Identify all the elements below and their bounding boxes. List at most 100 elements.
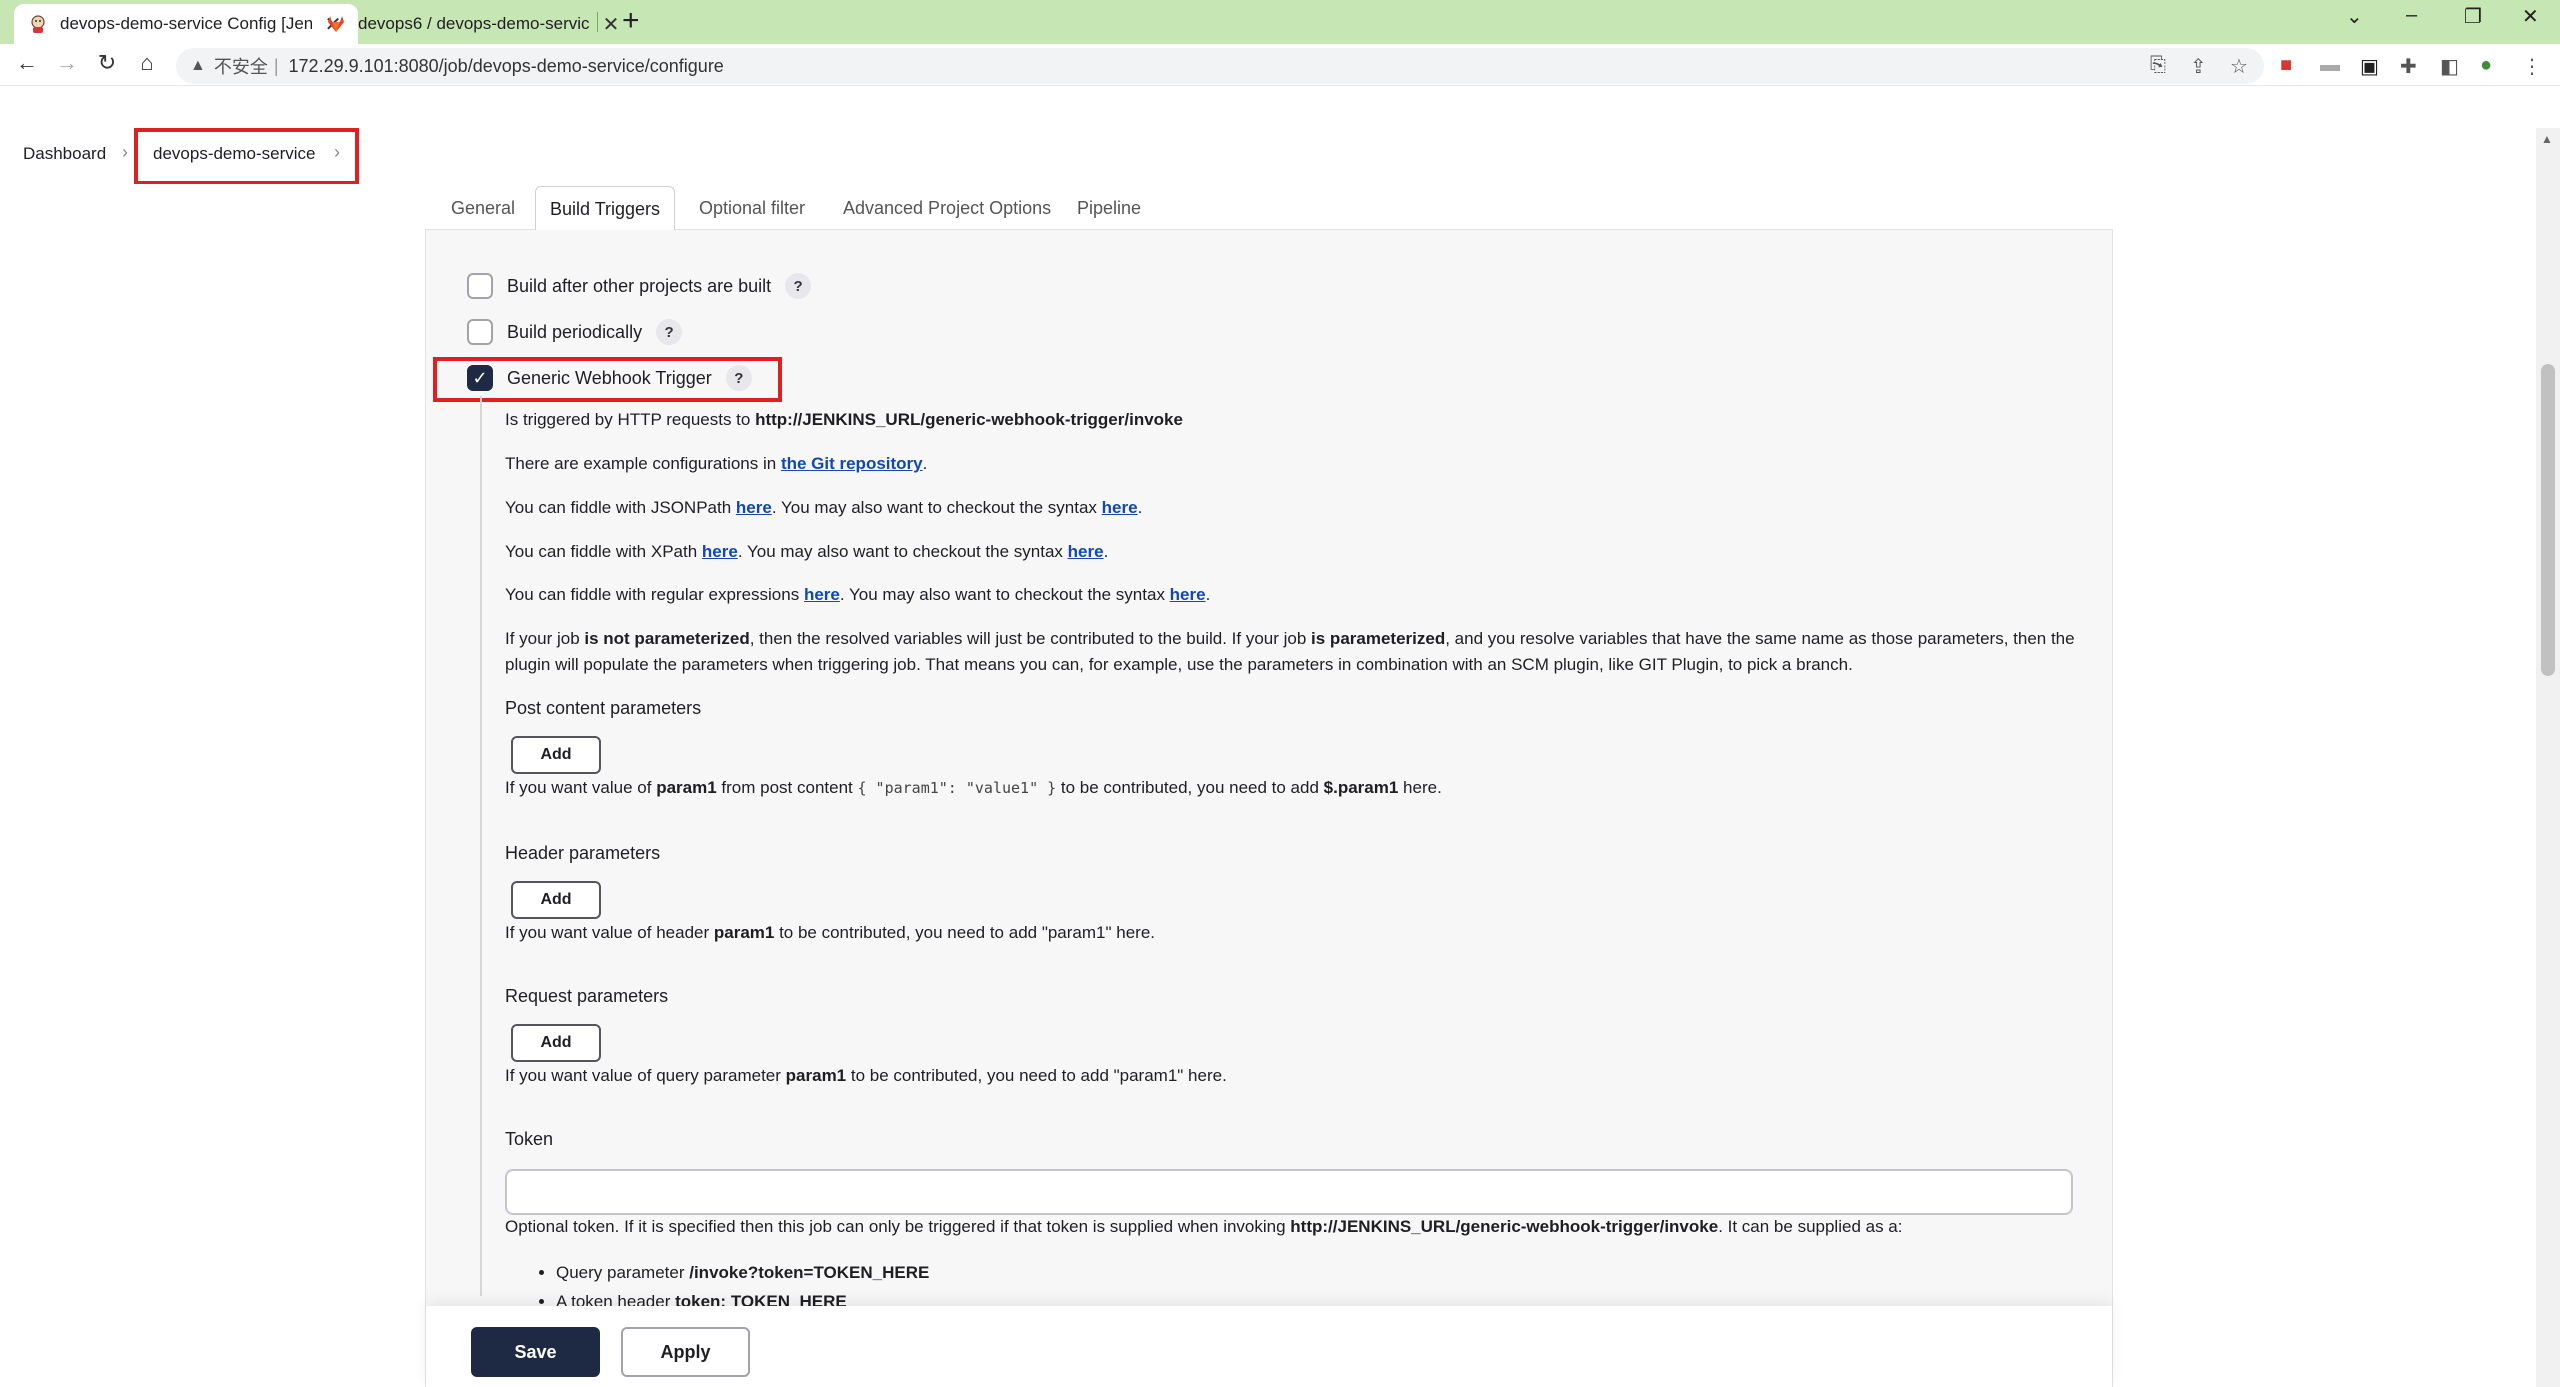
examples-text: There are example configurations in the … [505,451,927,477]
text-fragment: If you want value of query parameter [505,1066,786,1085]
add-header-param-button[interactable]: Add [511,881,601,919]
text-fragment: If you want value of [505,778,657,797]
tab-pipeline[interactable]: Pipeline [1077,198,1141,219]
text-fragment: to be contributed, you need to add "para… [846,1066,1227,1085]
address-divider: | [273,55,279,76]
close-tab-icon[interactable]: ✕ [600,12,622,37]
build-periodically-checkbox[interactable] [467,319,493,345]
address-bar[interactable]: ▲ 不安全 | 172.29.9.101:8080/job/devops-dem… [176,48,2264,84]
text-bold: /invoke?token=TOKEN_HERE [689,1263,930,1282]
new-tab-plus-icon[interactable]: + [622,6,640,36]
text-bold: param1 [785,1066,847,1085]
help-question-icon[interactable]: ? [656,319,683,345]
parameterized-explanation: If your job is not parameterized, then t… [505,626,2075,678]
text-fragment: . [922,454,928,473]
side-panel-icon[interactable]: ◧ [2440,54,2459,79]
webhook-settings-section [480,396,2080,1296]
text-fragment: . You may also want to checkout the synt… [839,585,1170,604]
browser-tab-jenkins[interactable]: devops-demo-service Config [Jenkins] ✕ [14,4,358,44]
right-side-panel [2113,184,2540,1387]
browser-tab-title: devops-demo-service Config [Jenkins] [60,14,312,33]
page-scrollbar[interactable] [2536,128,2560,1387]
text-fragment: . [1137,498,1143,517]
share-icon[interactable]: ⇪ [2190,54,2207,79]
jsonpath-text: You can fiddle with JSONPath here. You m… [505,495,1142,521]
text-fragment: to be contributed, you need to add [1056,778,1324,797]
profile-avatar-icon[interactable]: ● [2480,54,2492,77]
trigger-build-after-other[interactable]: Build after other projects are built ? [467,273,812,299]
text-fragment: You can fiddle with regular expressions [505,585,804,604]
text-fragment: . You may also want to checkout the synt… [737,542,1068,561]
trigger-build-periodically[interactable]: Build periodically ? [467,319,683,345]
highlight-box-breadcrumb [134,128,359,185]
tab-optional-filter[interactable]: Optional filter [699,198,805,219]
browser-tab-gitlab[interactable]: devops6 / devops-demo-service · GitLab ✕ [312,4,636,44]
security-label: 不安全 [213,57,268,77]
config-tabs: General Build Triggers Optional filter A… [425,184,2113,230]
scroll-up-arrow-icon[interactable]: ▲ [2541,132,2553,146]
breadcrumb-dashboard[interactable]: Dashboard [23,144,106,164]
xpath-syntax-link[interactable]: here [1068,542,1104,561]
regex-text: You can fiddle with regular expressions … [505,582,1210,608]
text-fragment: . It can be supplied as a: [1718,1217,1903,1236]
token-heading: Token [505,1129,554,1149]
xpath-fiddle-link[interactable]: here [702,542,738,561]
home-icon[interactable]: ⌂ [132,50,162,76]
invoke-url: http://JENKINS_URL/generic-webhook-trigg… [755,410,1183,429]
apply-button[interactable]: Apply [621,1327,750,1377]
request-params-hint: If you want value of query parameter par… [505,1063,1227,1089]
tab-general[interactable]: General [451,198,515,219]
git-repository-link[interactable]: the Git repository [781,454,923,473]
scrollbar-thumb[interactable] [2541,364,2555,676]
tab-search-chevron-icon[interactable]: ⌄ [2346,4,2363,29]
header-params-hint: If you want value of header param1 to be… [505,920,1155,946]
browser-toolbar: ← → ↻ ⌂ ▲ 不安全 | 172.29.9.101:8080/job/de… [0,44,2560,86]
text-fragment: from post content [716,778,858,797]
breadcrumb: Dashboard › devops-demo-service › [0,128,2560,184]
regex-syntax-link[interactable]: here [1170,585,1206,604]
tab-advanced-project-options[interactable]: Advanced Project Options [843,198,1051,219]
more-menu-icon[interactable]: ⋮ [2522,54,2542,79]
text-fragment: Optional token. If it is specified then … [505,1217,1291,1236]
extension-grey-icon[interactable]: ▬ [2320,54,2340,77]
text-fragment: . [1205,585,1211,604]
text-fragment: There are example configurations in [505,454,781,473]
help-question-icon[interactable]: ? [785,273,812,299]
text-fragment: . You may also want to checkout the synt… [771,498,1102,517]
jenkins-favicon-icon [31,15,45,33]
trigger-label: Build after other projects are built [507,275,772,296]
text-fragment: You can fiddle with XPath [505,542,702,561]
extension-dark-icon[interactable]: ▣ [2360,54,2379,79]
build-after-checkbox[interactable] [467,273,493,299]
reload-icon[interactable]: ↻ [92,50,122,76]
text-fragment: . [1103,542,1109,561]
browser-tab-title: devops6 / devops-demo-service · GitLab [358,14,590,33]
text-fragment: to be contributed, you need to add "para… [774,923,1156,942]
token-input[interactable] [505,1169,2073,1215]
jsonpath-fiddle-link[interactable]: here [736,498,772,517]
text-bold: param1 [713,923,775,942]
chevron-right-icon: › [122,142,128,162]
add-request-param-button[interactable]: Add [511,1024,601,1062]
back-arrow-icon[interactable]: ← [12,50,42,76]
text-bold: http://JENKINS_URL/generic-webhook-trigg… [1290,1217,1719,1236]
restore-window-icon[interactable]: ❐ [2464,4,2482,29]
forward-arrow-icon[interactable]: → [52,50,82,76]
save-button[interactable]: Save [471,1327,600,1377]
jsonpath-syntax-link[interactable]: here [1102,498,1138,517]
add-post-content-button[interactable]: Add [511,736,601,774]
minimize-icon[interactable]: – [2406,4,2417,27]
close-window-icon[interactable]: ✕ [2522,4,2539,29]
regex-fiddle-link[interactable]: here [804,585,840,604]
extensions-puzzle-icon[interactable]: ✚ [2400,54,2417,79]
bookmark-star-icon[interactable]: ☆ [2230,54,2248,79]
translate-icon[interactable]: ⎘ [2150,54,2166,77]
browser-tab-bar: devops-demo-service Config [Jenkins] ✕ d… [0,0,2560,44]
post-content-heading: Post content parameters [505,698,702,718]
request-params-heading: Request parameters [505,986,669,1006]
tab-build-triggers[interactable]: Build Triggers [535,186,676,230]
url-text: 172.29.9.101:8080/job/devops-demo-servic… [288,55,724,76]
token-description: Optional token. If it is specified then … [505,1214,1902,1240]
extension-red-icon[interactable]: ■ [2280,54,2292,77]
text-bold: is not parameterized [584,629,750,648]
